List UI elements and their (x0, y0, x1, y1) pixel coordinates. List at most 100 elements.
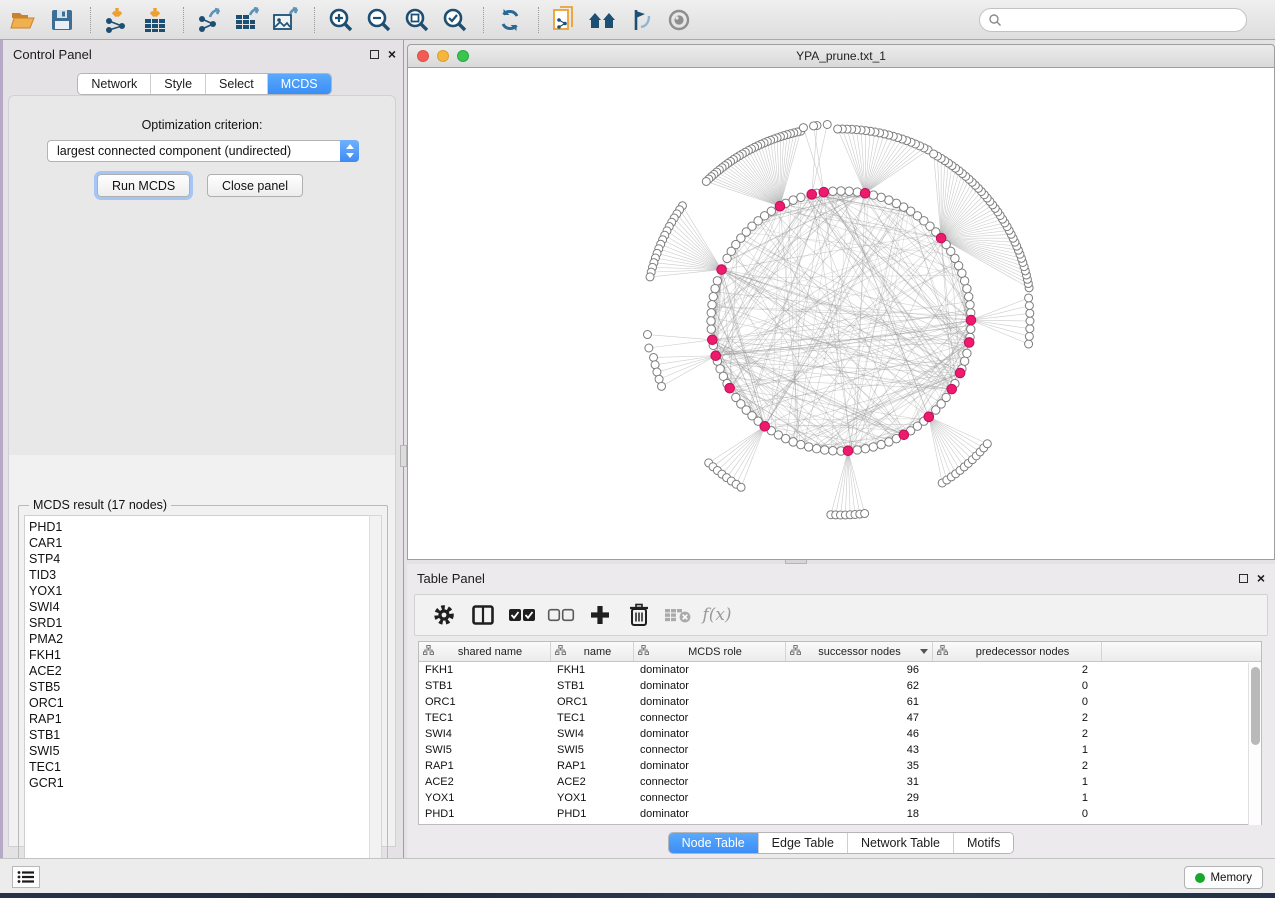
export-network-icon[interactable] (194, 4, 226, 36)
table-cell: YOX1 (551, 792, 634, 804)
split-columns-icon[interactable] (466, 598, 500, 632)
table-cell: dominator (634, 760, 786, 772)
zoom-out-icon[interactable] (363, 4, 395, 36)
table-cell: SWI4 (419, 728, 551, 740)
table-row[interactable]: STB1STB1dominator620 (419, 678, 1261, 694)
network-canvas[interactable] (407, 68, 1275, 560)
zoom-in-icon[interactable] (325, 4, 357, 36)
table-row[interactable]: PHD1PHD1dominator180 (419, 806, 1261, 822)
run-mcds-button[interactable]: Run MCDS (97, 174, 190, 197)
table-cell: RAP1 (419, 760, 551, 772)
optimization-criterion-select[interactable]: largest connected component (undirected) (47, 140, 359, 162)
node-table: shared namenameMCDS rolesuccessor nodesp… (418, 641, 1262, 825)
sort-descending-icon (920, 649, 928, 654)
column-header-predecessor-nodes[interactable]: predecessor nodes (933, 642, 1102, 661)
memory-button[interactable]: Memory (1184, 866, 1263, 889)
tab-select[interactable]: Select (205, 74, 267, 94)
memory-status-dot (1195, 873, 1205, 883)
mcds-result-node[interactable]: SWI5 (29, 743, 369, 759)
vertical-splitter[interactable] (400, 40, 407, 858)
hierarchy-icon (555, 645, 566, 658)
mcds-result-list[interactable]: PHD1CAR1STP4TID3YOX1SWI4SRD1PMA2FKH1ACE2… (24, 515, 370, 869)
table-row[interactable]: FKH1FKH1dominator962 (419, 662, 1261, 678)
delete-column-icon[interactable] (622, 598, 656, 632)
open-file-icon[interactable] (8, 4, 40, 36)
table-row[interactable]: TEC1TEC1connector472 (419, 710, 1261, 726)
refresh-layout-icon[interactable] (494, 4, 526, 36)
tab-node-table[interactable]: Node Table (669, 833, 758, 853)
mcds-result-node[interactable]: GCR1 (29, 775, 369, 791)
save-session-icon[interactable] (46, 4, 78, 36)
table-panel-float-icon[interactable] (1239, 574, 1248, 583)
control-panel-close-icon[interactable]: × (388, 49, 396, 59)
mcds-result-node[interactable]: ACE2 (29, 663, 369, 679)
tab-style[interactable]: Style (150, 74, 205, 94)
column-header-shared-name[interactable]: shared name (419, 642, 551, 661)
column-header-successor-nodes[interactable]: successor nodes (786, 642, 933, 661)
table-row[interactable]: RAP1RAP1dominator352 (419, 758, 1261, 774)
mcds-result-node[interactable]: PMA2 (29, 631, 369, 647)
tab-motifs[interactable]: Motifs (953, 833, 1013, 853)
mcds-result-node[interactable]: PHD1 (29, 519, 369, 535)
mcds-result-node[interactable]: SRD1 (29, 615, 369, 631)
mcds-result-title: MCDS result (17 nodes) (29, 498, 171, 512)
houses-icon[interactable] (587, 4, 619, 36)
mcds-result-node[interactable]: SWI4 (29, 599, 369, 615)
table-scrollbar[interactable] (1248, 663, 1261, 825)
control-panel-float-icon[interactable] (370, 50, 379, 59)
tab-network-table[interactable]: Network Table (847, 833, 953, 853)
table-row[interactable]: ORC1ORC1dominator610 (419, 694, 1261, 710)
mcds-result-node[interactable]: ORC1 (29, 695, 369, 711)
tab-mcds[interactable]: MCDS (267, 74, 331, 94)
table-cell: 2 (933, 664, 1102, 676)
table-cell: PHD1 (419, 808, 551, 820)
table-panel-close-icon[interactable]: × (1257, 573, 1265, 583)
mcds-result-node[interactable]: STB5 (29, 679, 369, 695)
table-cell: TEC1 (419, 712, 551, 724)
import-table-icon[interactable] (139, 4, 171, 36)
table-row[interactable]: SWI5SWI5connector431 (419, 742, 1261, 758)
mcds-result-node[interactable]: YOX1 (29, 583, 369, 599)
control-panel-header: Control Panel × (3, 40, 406, 68)
mcds-list-scrollbar[interactable] (369, 515, 382, 869)
settings-gear-icon[interactable] (427, 598, 461, 632)
network-window-titlebar[interactable]: YPA_prune.txt_1 (407, 44, 1275, 68)
select-all-checkboxes-icon[interactable] (505, 598, 539, 632)
mcds-result-node[interactable]: TEC1 (29, 759, 369, 775)
bird-flag-icon[interactable] (625, 4, 657, 36)
zoom-fit-icon[interactable] (401, 4, 433, 36)
main-toolbar (0, 0, 1275, 40)
table-cell: 1 (933, 792, 1102, 804)
table-row[interactable]: YOX1YOX1connector291 (419, 790, 1261, 806)
close-panel-button[interactable]: Close panel (207, 174, 303, 197)
column-header-name[interactable]: name (551, 642, 634, 661)
show-hide-eye-icon[interactable] (663, 4, 695, 36)
mcds-result-node[interactable]: STP4 (29, 551, 369, 567)
network-window-title: YPA_prune.txt_1 (408, 49, 1274, 63)
mcds-result-node[interactable]: CAR1 (29, 535, 369, 551)
search-input[interactable] (1002, 13, 1246, 27)
table-cell: ACE2 (551, 776, 634, 788)
panel-list-button[interactable] (12, 866, 40, 888)
tab-edge-table[interactable]: Edge Table (758, 833, 847, 853)
table-cell: 43 (786, 744, 933, 756)
share-network-document-icon[interactable] (549, 4, 581, 36)
mcds-result-node[interactable]: STB1 (29, 727, 369, 743)
table-cell: 2 (933, 728, 1102, 740)
export-image-icon[interactable] (270, 4, 302, 36)
zoom-selected-icon[interactable] (439, 4, 471, 36)
table-scrollbar-thumb[interactable] (1251, 667, 1260, 745)
tab-network[interactable]: Network (78, 74, 150, 94)
mcds-result-node[interactable]: FKH1 (29, 647, 369, 663)
import-network-icon[interactable] (101, 4, 133, 36)
export-table-icon[interactable] (232, 4, 264, 36)
table-cell: 0 (933, 808, 1102, 820)
add-column-icon[interactable] (583, 598, 617, 632)
mcds-result-node[interactable]: RAP1 (29, 711, 369, 727)
column-header-MCDS-role[interactable]: MCDS role (634, 642, 786, 661)
table-row[interactable]: ACE2ACE2connector311 (419, 774, 1261, 790)
table-row[interactable]: SWI4SWI4dominator462 (419, 726, 1261, 742)
deselect-checkboxes-icon[interactable] (544, 598, 578, 632)
mcds-result-node[interactable]: TID3 (29, 567, 369, 583)
optimization-criterion-value: largest connected component (undirected) (48, 144, 340, 158)
